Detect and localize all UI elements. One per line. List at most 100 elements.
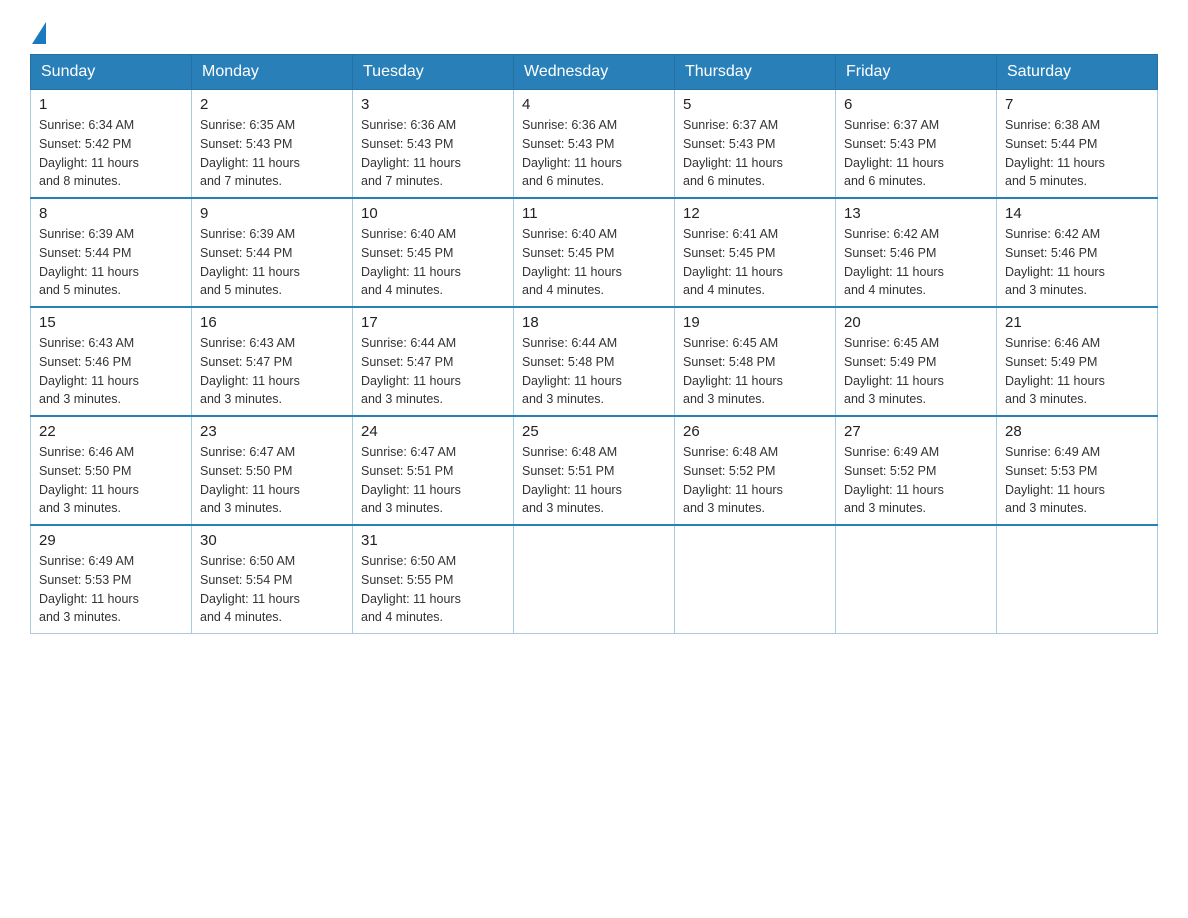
- day-number: 23: [200, 423, 344, 440]
- calendar-cell: [836, 525, 997, 634]
- day-info: Sunrise: 6:42 AM Sunset: 5:46 PM Dayligh…: [844, 225, 988, 300]
- calendar-cell: 17 Sunrise: 6:44 AM Sunset: 5:47 PM Dayl…: [353, 307, 514, 416]
- day-number: 10: [361, 205, 505, 222]
- calendar-cell: 7 Sunrise: 6:38 AM Sunset: 5:44 PM Dayli…: [997, 90, 1158, 199]
- calendar-cell: 28 Sunrise: 6:49 AM Sunset: 5:53 PM Dayl…: [997, 416, 1158, 525]
- weekday-header-tuesday: Tuesday: [353, 55, 514, 90]
- calendar-cell: [997, 525, 1158, 634]
- calendar-cell: 18 Sunrise: 6:44 AM Sunset: 5:48 PM Dayl…: [514, 307, 675, 416]
- calendar-cell: 1 Sunrise: 6:34 AM Sunset: 5:42 PM Dayli…: [31, 90, 192, 199]
- day-info: Sunrise: 6:36 AM Sunset: 5:43 PM Dayligh…: [522, 116, 666, 191]
- day-number: 11: [522, 205, 666, 222]
- calendar-cell: 4 Sunrise: 6:36 AM Sunset: 5:43 PM Dayli…: [514, 90, 675, 199]
- day-number: 14: [1005, 205, 1149, 222]
- day-info: Sunrise: 6:50 AM Sunset: 5:55 PM Dayligh…: [361, 552, 505, 627]
- weekday-header-saturday: Saturday: [997, 55, 1158, 90]
- calendar-cell: 2 Sunrise: 6:35 AM Sunset: 5:43 PM Dayli…: [192, 90, 353, 199]
- day-number: 20: [844, 314, 988, 331]
- day-number: 25: [522, 423, 666, 440]
- calendar-cell: 16 Sunrise: 6:43 AM Sunset: 5:47 PM Dayl…: [192, 307, 353, 416]
- calendar-table: SundayMondayTuesdayWednesdayThursdayFrid…: [30, 54, 1158, 634]
- day-info: Sunrise: 6:44 AM Sunset: 5:47 PM Dayligh…: [361, 334, 505, 409]
- day-info: Sunrise: 6:45 AM Sunset: 5:48 PM Dayligh…: [683, 334, 827, 409]
- day-number: 21: [1005, 314, 1149, 331]
- day-number: 3: [361, 96, 505, 113]
- calendar-cell: 12 Sunrise: 6:41 AM Sunset: 5:45 PM Dayl…: [675, 198, 836, 307]
- day-info: Sunrise: 6:37 AM Sunset: 5:43 PM Dayligh…: [683, 116, 827, 191]
- calendar-cell: 29 Sunrise: 6:49 AM Sunset: 5:53 PM Dayl…: [31, 525, 192, 634]
- day-info: Sunrise: 6:48 AM Sunset: 5:52 PM Dayligh…: [683, 443, 827, 518]
- week-row-2: 8 Sunrise: 6:39 AM Sunset: 5:44 PM Dayli…: [31, 198, 1158, 307]
- day-info: Sunrise: 6:39 AM Sunset: 5:44 PM Dayligh…: [39, 225, 183, 300]
- day-number: 5: [683, 96, 827, 113]
- calendar-cell: 8 Sunrise: 6:39 AM Sunset: 5:44 PM Dayli…: [31, 198, 192, 307]
- day-info: Sunrise: 6:35 AM Sunset: 5:43 PM Dayligh…: [200, 116, 344, 191]
- calendar-cell: 24 Sunrise: 6:47 AM Sunset: 5:51 PM Dayl…: [353, 416, 514, 525]
- calendar-cell: 30 Sunrise: 6:50 AM Sunset: 5:54 PM Dayl…: [192, 525, 353, 634]
- day-info: Sunrise: 6:46 AM Sunset: 5:49 PM Dayligh…: [1005, 334, 1149, 409]
- day-info: Sunrise: 6:39 AM Sunset: 5:44 PM Dayligh…: [200, 225, 344, 300]
- day-number: 27: [844, 423, 988, 440]
- day-number: 26: [683, 423, 827, 440]
- day-number: 30: [200, 532, 344, 549]
- day-info: Sunrise: 6:49 AM Sunset: 5:52 PM Dayligh…: [844, 443, 988, 518]
- calendar-cell: 11 Sunrise: 6:40 AM Sunset: 5:45 PM Dayl…: [514, 198, 675, 307]
- calendar-cell: 20 Sunrise: 6:45 AM Sunset: 5:49 PM Dayl…: [836, 307, 997, 416]
- week-row-5: 29 Sunrise: 6:49 AM Sunset: 5:53 PM Dayl…: [31, 525, 1158, 634]
- day-number: 16: [200, 314, 344, 331]
- day-number: 6: [844, 96, 988, 113]
- week-row-3: 15 Sunrise: 6:43 AM Sunset: 5:46 PM Dayl…: [31, 307, 1158, 416]
- day-info: Sunrise: 6:43 AM Sunset: 5:47 PM Dayligh…: [200, 334, 344, 409]
- page-header: [30, 20, 1158, 44]
- day-info: Sunrise: 6:47 AM Sunset: 5:51 PM Dayligh…: [361, 443, 505, 518]
- day-number: 2: [200, 96, 344, 113]
- day-info: Sunrise: 6:45 AM Sunset: 5:49 PM Dayligh…: [844, 334, 988, 409]
- week-row-1: 1 Sunrise: 6:34 AM Sunset: 5:42 PM Dayli…: [31, 90, 1158, 199]
- weekday-header-thursday: Thursday: [675, 55, 836, 90]
- day-number: 24: [361, 423, 505, 440]
- day-number: 9: [200, 205, 344, 222]
- day-info: Sunrise: 6:38 AM Sunset: 5:44 PM Dayligh…: [1005, 116, 1149, 191]
- day-info: Sunrise: 6:47 AM Sunset: 5:50 PM Dayligh…: [200, 443, 344, 518]
- day-info: Sunrise: 6:44 AM Sunset: 5:48 PM Dayligh…: [522, 334, 666, 409]
- day-number: 15: [39, 314, 183, 331]
- calendar-cell: 5 Sunrise: 6:37 AM Sunset: 5:43 PM Dayli…: [675, 90, 836, 199]
- calendar-cell: 19 Sunrise: 6:45 AM Sunset: 5:48 PM Dayl…: [675, 307, 836, 416]
- calendar-cell: 9 Sunrise: 6:39 AM Sunset: 5:44 PM Dayli…: [192, 198, 353, 307]
- calendar-cell: [675, 525, 836, 634]
- day-info: Sunrise: 6:34 AM Sunset: 5:42 PM Dayligh…: [39, 116, 183, 191]
- day-info: Sunrise: 6:41 AM Sunset: 5:45 PM Dayligh…: [683, 225, 827, 300]
- day-number: 18: [522, 314, 666, 331]
- day-info: Sunrise: 6:50 AM Sunset: 5:54 PM Dayligh…: [200, 552, 344, 627]
- day-number: 7: [1005, 96, 1149, 113]
- weekday-header-row: SundayMondayTuesdayWednesdayThursdayFrid…: [31, 55, 1158, 90]
- day-info: Sunrise: 6:36 AM Sunset: 5:43 PM Dayligh…: [361, 116, 505, 191]
- calendar-cell: 14 Sunrise: 6:42 AM Sunset: 5:46 PM Dayl…: [997, 198, 1158, 307]
- calendar-cell: 3 Sunrise: 6:36 AM Sunset: 5:43 PM Dayli…: [353, 90, 514, 199]
- day-number: 17: [361, 314, 505, 331]
- weekday-header-sunday: Sunday: [31, 55, 192, 90]
- week-row-4: 22 Sunrise: 6:46 AM Sunset: 5:50 PM Dayl…: [31, 416, 1158, 525]
- day-number: 19: [683, 314, 827, 331]
- calendar-cell: 25 Sunrise: 6:48 AM Sunset: 5:51 PM Dayl…: [514, 416, 675, 525]
- calendar-cell: 27 Sunrise: 6:49 AM Sunset: 5:52 PM Dayl…: [836, 416, 997, 525]
- day-number: 31: [361, 532, 505, 549]
- calendar-cell: 26 Sunrise: 6:48 AM Sunset: 5:52 PM Dayl…: [675, 416, 836, 525]
- day-number: 4: [522, 96, 666, 113]
- day-number: 8: [39, 205, 183, 222]
- weekday-header-friday: Friday: [836, 55, 997, 90]
- calendar-cell: 23 Sunrise: 6:47 AM Sunset: 5:50 PM Dayl…: [192, 416, 353, 525]
- day-number: 22: [39, 423, 183, 440]
- calendar-cell: 10 Sunrise: 6:40 AM Sunset: 5:45 PM Dayl…: [353, 198, 514, 307]
- day-number: 28: [1005, 423, 1149, 440]
- day-info: Sunrise: 6:37 AM Sunset: 5:43 PM Dayligh…: [844, 116, 988, 191]
- calendar-cell: [514, 525, 675, 634]
- calendar-cell: 15 Sunrise: 6:43 AM Sunset: 5:46 PM Dayl…: [31, 307, 192, 416]
- day-info: Sunrise: 6:49 AM Sunset: 5:53 PM Dayligh…: [1005, 443, 1149, 518]
- calendar-cell: 21 Sunrise: 6:46 AM Sunset: 5:49 PM Dayl…: [997, 307, 1158, 416]
- day-number: 1: [39, 96, 183, 113]
- day-info: Sunrise: 6:49 AM Sunset: 5:53 PM Dayligh…: [39, 552, 183, 627]
- day-info: Sunrise: 6:40 AM Sunset: 5:45 PM Dayligh…: [361, 225, 505, 300]
- day-info: Sunrise: 6:46 AM Sunset: 5:50 PM Dayligh…: [39, 443, 183, 518]
- calendar-cell: 31 Sunrise: 6:50 AM Sunset: 5:55 PM Dayl…: [353, 525, 514, 634]
